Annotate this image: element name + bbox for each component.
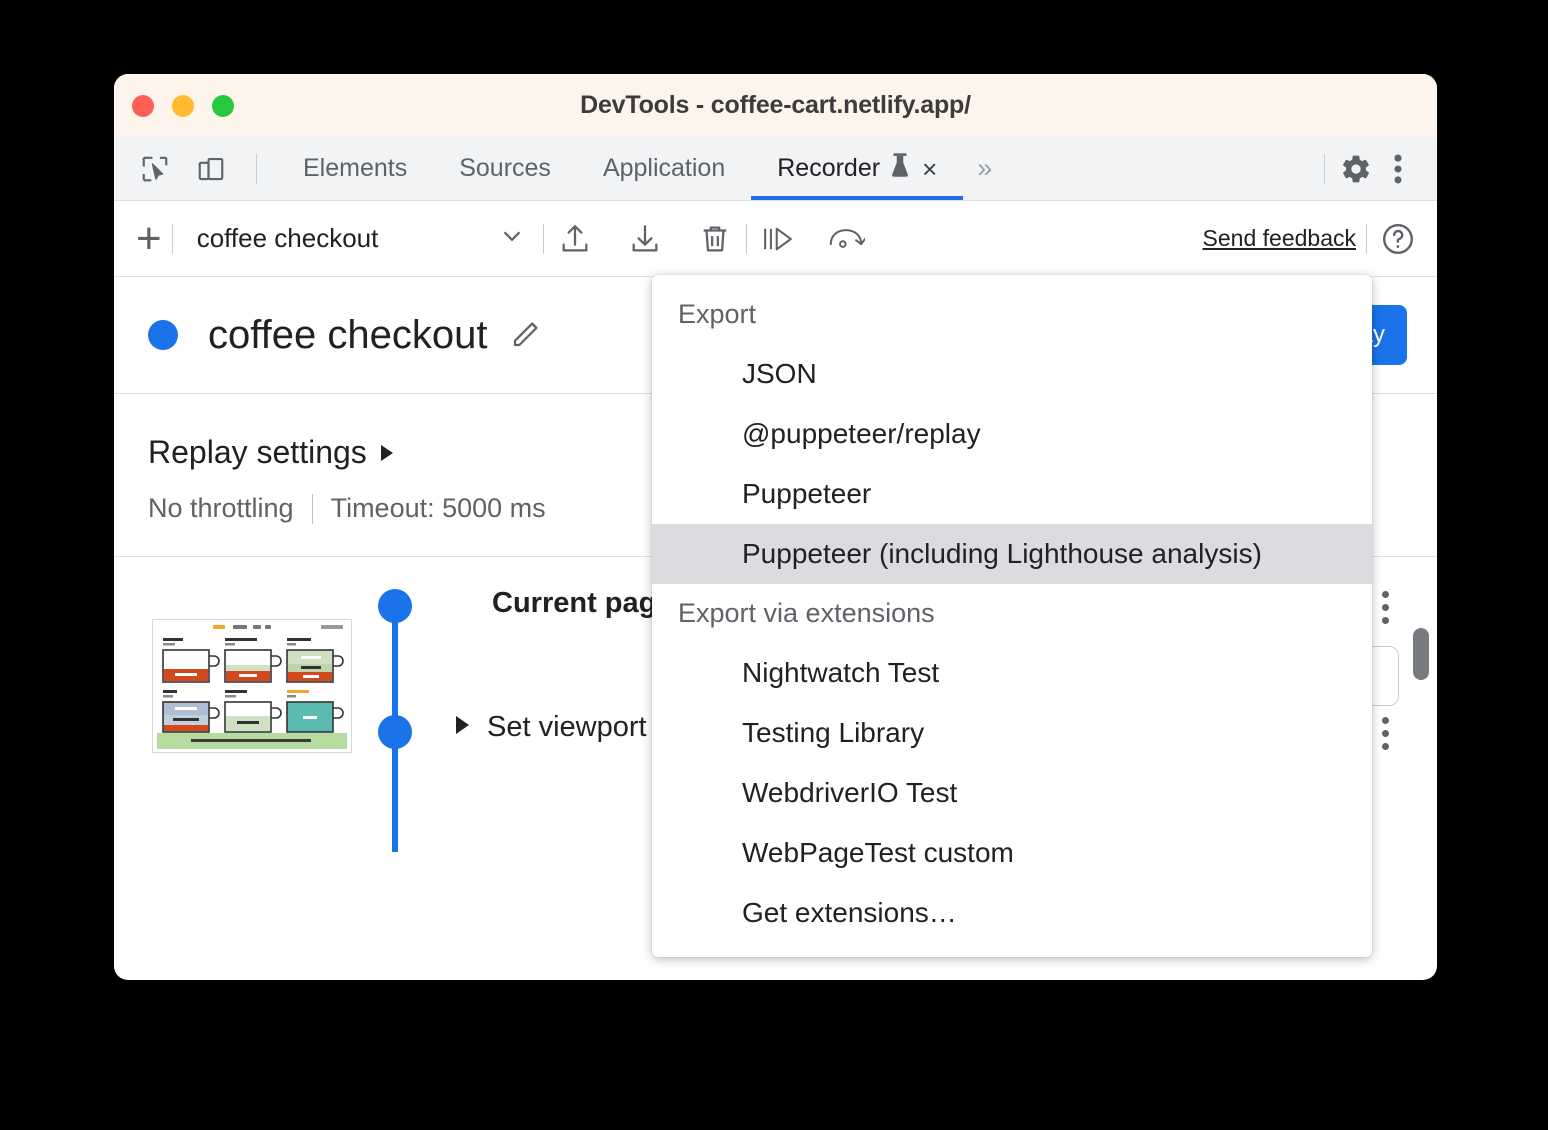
gear-icon[interactable] xyxy=(1335,148,1377,190)
devtools-tabbar: Elements Sources Application Recorder xyxy=(114,137,1437,201)
menu-item-json[interactable]: JSON xyxy=(652,344,1372,404)
toolbar-divider-2 xyxy=(543,224,544,254)
recorder-toolbar: + coffee checkout xyxy=(114,201,1437,277)
send-feedback-link[interactable]: Send feedback xyxy=(1203,225,1356,252)
menu-item-get-extensions[interactable]: Get extensions… xyxy=(652,883,1372,943)
export-dropdown-menu: Export JSON @puppeteer/replay Puppeteer … xyxy=(652,275,1372,957)
menu-item-puppeteer[interactable]: Puppeteer xyxy=(652,464,1372,524)
step-node-0[interactable] xyxy=(378,589,412,623)
upload-icon[interactable] xyxy=(554,218,596,260)
throttling-value: No throttling xyxy=(148,493,294,524)
recording-selector-label[interactable]: coffee checkout xyxy=(197,223,497,254)
timeout-value: Timeout: 5000 ms xyxy=(331,493,546,524)
step-kebab-icon-0[interactable] xyxy=(1382,591,1389,624)
tab-label: Elements xyxy=(303,154,407,183)
menu-item-testing-library[interactable]: Testing Library xyxy=(652,703,1372,763)
window-title: DevTools - coffee-cart.netlify.app/ xyxy=(114,91,1437,120)
menu-group-label-extensions: Export via extensions xyxy=(652,584,1372,643)
more-tabs-icon[interactable]: » xyxy=(963,137,1006,200)
step-node-1[interactable] xyxy=(378,715,412,749)
menu-item-nightwatch-test[interactable]: Nightwatch Test xyxy=(652,643,1372,703)
step-text: Set viewport xyxy=(487,711,647,743)
add-recording-button[interactable]: + xyxy=(136,221,162,256)
menu-item-webpagetest-custom[interactable]: WebPageTest custom xyxy=(652,823,1372,883)
menu-item-puppeteer-lighthouse[interactable]: Puppeteer (including Lighthouse analysis… xyxy=(652,524,1372,584)
tab-application[interactable]: Application xyxy=(577,137,751,200)
tab-recorder[interactable]: Recorder × xyxy=(751,137,963,200)
screen-root: DevTools - coffee-cart.netlify.app/ xyxy=(0,0,1548,1130)
step-label-current-page[interactable]: Current page xyxy=(492,587,672,620)
tab-sources[interactable]: Sources xyxy=(433,137,577,200)
chevron-down-icon[interactable] xyxy=(497,221,527,256)
pencil-icon[interactable] xyxy=(509,315,545,356)
panel-tabs: Elements Sources Application Recorder xyxy=(277,137,1006,200)
menu-item-puppeteer-replay[interactable]: @puppeteer/replay xyxy=(652,404,1372,464)
step-kebab-icon-1[interactable] xyxy=(1382,717,1389,750)
close-icon[interactable]: × xyxy=(922,156,937,182)
toolbar-divider-4 xyxy=(1366,224,1367,254)
kebab-icon[interactable] xyxy=(1377,148,1419,190)
replay-undo-icon[interactable] xyxy=(825,218,867,260)
question-circle-icon[interactable] xyxy=(1377,218,1419,260)
page-title: coffee checkout xyxy=(208,313,487,358)
flask-icon xyxy=(889,152,911,185)
right-divider xyxy=(1324,154,1325,184)
panel-scrollbar[interactable] xyxy=(1413,628,1429,680)
devtools-window: DevTools - coffee-cart.netlify.app/ xyxy=(114,74,1437,980)
tab-elements[interactable]: Elements xyxy=(277,137,433,200)
menu-group-label-export: Export xyxy=(652,285,1372,344)
tab-label: Application xyxy=(603,154,725,183)
toolbar-divider xyxy=(256,154,257,184)
tab-label: Recorder xyxy=(777,154,880,183)
device-toolbar-icon[interactable] xyxy=(190,148,232,190)
download-icon[interactable] xyxy=(624,218,666,260)
status-badge xyxy=(148,320,178,350)
menu-item-webdriverio-test[interactable]: WebdriverIO Test xyxy=(652,763,1372,823)
step-label-set-viewport[interactable]: Set viewport xyxy=(456,711,647,744)
window-titlebar: DevTools - coffee-cart.netlify.app/ xyxy=(114,74,1437,137)
trash-icon[interactable] xyxy=(694,218,736,260)
step-replay-icon[interactable] xyxy=(757,218,799,260)
toolbar-divider-3 xyxy=(746,224,747,254)
toolbar-divider-1 xyxy=(172,224,173,254)
summary-divider xyxy=(312,494,313,524)
replay-settings-label: Replay settings xyxy=(148,434,367,471)
coffee-cart-page-screenshot xyxy=(152,619,352,753)
inspect-cursor-icon[interactable] xyxy=(134,148,176,190)
triangle-right-icon xyxy=(381,445,393,461)
triangle-right-icon xyxy=(456,716,469,734)
tab-label: Sources xyxy=(459,154,551,183)
